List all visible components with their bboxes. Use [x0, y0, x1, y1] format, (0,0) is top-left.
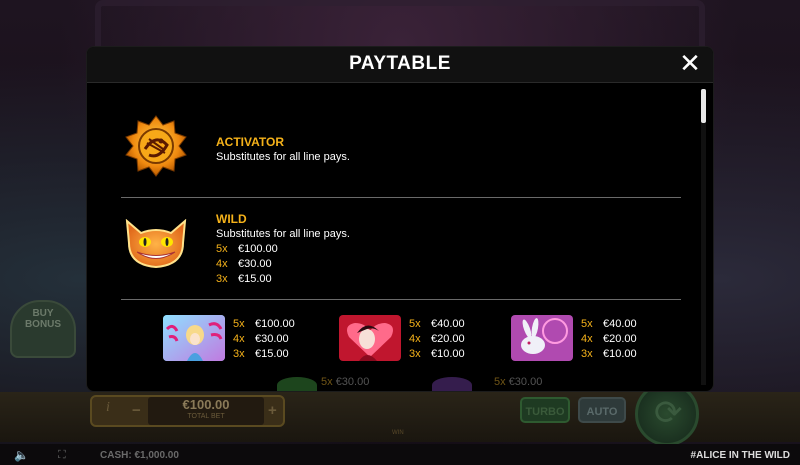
queen-pay-5x: 5x €40.00 [409, 318, 465, 330]
pay-amount: €15.00 [255, 348, 289, 360]
game-name: #ALICE IN THE WILD [690, 450, 790, 461]
pay-multiplier: 5x [216, 243, 228, 255]
queen-pay-4x: 4x €20.00 [409, 333, 465, 345]
next-row-pay: 5x €30.00 [494, 376, 542, 388]
pay-amount: €10.00 [603, 348, 637, 360]
pay-multiplier: 5x [409, 318, 421, 330]
activator-title: ACTIVATOR [216, 135, 284, 149]
wild-title: WILD [216, 212, 247, 226]
total-bet-display: €100.00 TOTAL BET [148, 397, 264, 425]
pay-amount: €40.00 [603, 318, 637, 330]
pay-amount: €30.00 [238, 258, 272, 270]
next-row-pay: 5x €30.00 [321, 376, 369, 388]
queen-pay-3x: 3x €10.00 [409, 348, 465, 360]
pay-amount: €20.00 [603, 333, 637, 345]
eatme-pay-4x: 4x €30.00 [233, 333, 289, 345]
fullscreen-icon[interactable]: ⛶ [58, 448, 66, 462]
activator-description: Substitutes for all line pays. [216, 151, 350, 163]
pay-multiplier: 5x [321, 376, 333, 388]
info-icon[interactable]: i [106, 400, 110, 416]
total-bet-value: €100.00 [182, 397, 230, 412]
modal-header: PAYTABLE ✕ [87, 47, 713, 83]
pay-multiplier: 3x [581, 348, 593, 360]
queen-of-hearts-symbol [339, 315, 401, 361]
pay-amount: €100.00 [255, 318, 295, 330]
pay-multiplier: 5x [494, 376, 506, 388]
divider [121, 299, 681, 300]
modal-title: PAYTABLE [349, 53, 451, 74]
pay-multiplier: 5x [233, 318, 245, 330]
buy-bonus-label-1: BUY [32, 308, 54, 319]
bet-decrease-button[interactable]: − [132, 402, 141, 419]
close-icon[interactable]: ✕ [677, 51, 703, 77]
divider [121, 197, 681, 198]
next-symbol-partial [432, 377, 472, 391]
pay-amount: €30.00 [335, 376, 370, 388]
pay-multiplier: 3x [409, 348, 421, 360]
buy-bonus-label-2: BONUS [24, 319, 62, 330]
wild-pay-5x: 5x €100.00 [216, 243, 278, 255]
buy-bonus-button[interactable]: BUY BONUS [10, 300, 76, 358]
turbo-button[interactable]: TURBO [520, 397, 570, 423]
wild-pay-4x: 4x €30.00 [216, 258, 272, 270]
pay-amount: €40.00 [431, 318, 465, 330]
pay-amount: €30.00 [508, 376, 543, 388]
bet-increase-button[interactable]: + [268, 402, 277, 419]
rabbit-pay-4x: 4x €20.00 [581, 333, 637, 345]
pay-amount: €10.00 [431, 348, 465, 360]
scrollbar-thumb[interactable] [701, 89, 706, 123]
cash-balance: CASH: €1,000.00 [100, 450, 179, 461]
pay-amount: €15.00 [238, 273, 272, 285]
pay-multiplier: 4x [216, 258, 228, 270]
wild-pay-3x: 3x €15.00 [216, 273, 272, 285]
next-symbol-partial [277, 377, 317, 391]
pay-multiplier: 4x [581, 333, 593, 345]
pay-amount: €30.00 [255, 333, 289, 345]
activator-icon [125, 115, 187, 177]
autoplay-button[interactable]: AUTO [578, 397, 626, 423]
pay-multiplier: 3x [233, 348, 245, 360]
wild-description: Substitutes for all line pays. [216, 228, 350, 240]
pay-amount: €100.00 [238, 243, 278, 255]
eat-me-drink-me-symbol [163, 315, 225, 361]
pay-amount: €20.00 [431, 333, 465, 345]
pay-multiplier: 3x [216, 273, 228, 285]
pay-multiplier: 5x [581, 318, 593, 330]
rabbit-pay-3x: 3x €10.00 [581, 348, 637, 360]
wild-cat-icon [125, 219, 187, 269]
scrollbar-track[interactable] [701, 89, 706, 385]
eatme-pay-5x: 5x €100.00 [233, 318, 295, 330]
win-label: WIN [392, 430, 404, 436]
sound-icon[interactable]: 🔈 [14, 448, 29, 462]
rabbit-pay-5x: 5x €40.00 [581, 318, 637, 330]
total-bet-label: TOTAL BET [187, 413, 225, 420]
eatme-pay-3x: 3x €15.00 [233, 348, 289, 360]
pay-multiplier: 4x [409, 333, 421, 345]
white-rabbit-symbol [511, 315, 573, 361]
paytable-modal: PAYTABLE ✕ ACTIVATOR Substitutes for all… [86, 46, 714, 392]
pay-multiplier: 4x [233, 333, 245, 345]
